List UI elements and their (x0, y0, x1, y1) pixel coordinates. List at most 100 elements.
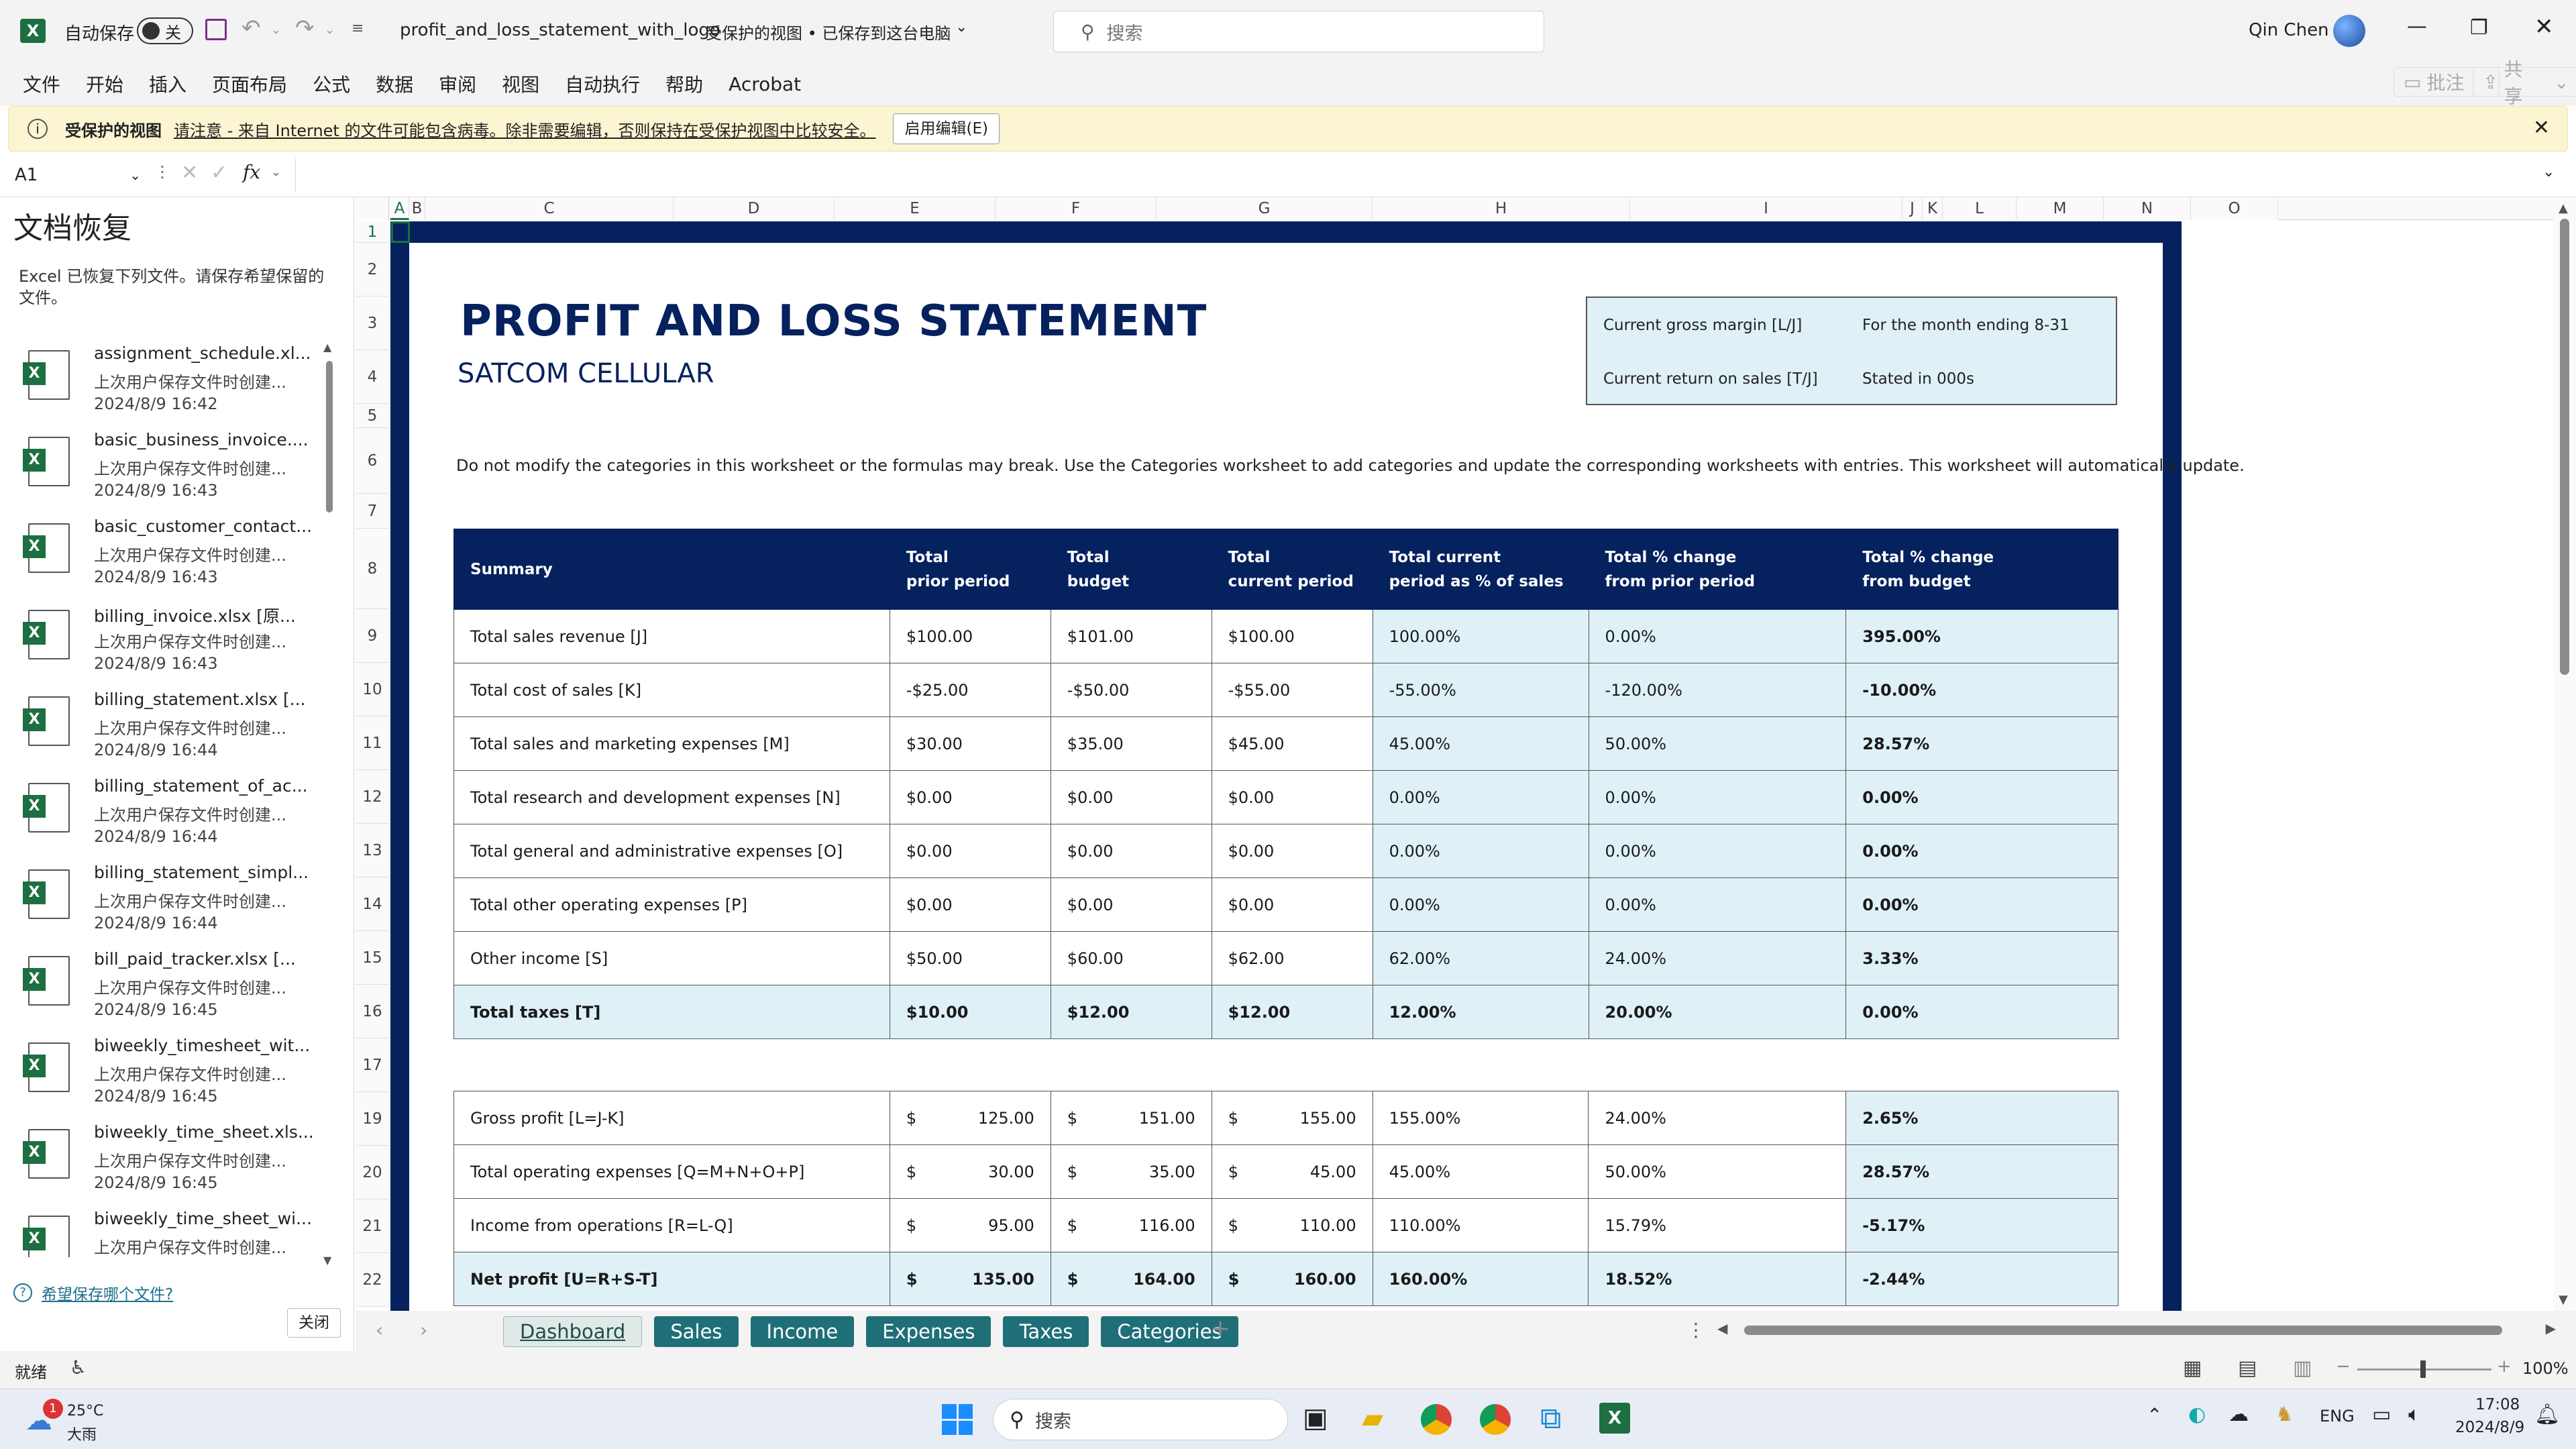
profit-cell[interactable]: Income from operations [R=L-Q] (453, 1198, 890, 1252)
infobar-close-icon[interactable]: ✕ (2533, 116, 2550, 140)
enable-editing-button[interactable]: 启用编辑(E) (893, 113, 1000, 144)
row-header[interactable]: 3 (356, 297, 389, 350)
summary-cell[interactable]: 20.00% (1588, 985, 1847, 1039)
profit-cell[interactable]: 160.00% (1372, 1252, 1589, 1306)
chrome-icon[interactable] (1421, 1404, 1452, 1435)
profit-cell[interactable]: $30.00 (889, 1144, 1051, 1199)
summary-cell[interactable]: 0.00% (1845, 985, 2118, 1039)
column-header[interactable]: M (2017, 197, 2104, 220)
summary-cell[interactable]: 0.00% (1372, 877, 1589, 932)
summary-cell[interactable]: $0.00 (1050, 770, 1212, 824)
summary-cell[interactable]: $35.00 (1050, 716, 1212, 771)
close-pane-button[interactable]: 关闭 (287, 1308, 341, 1338)
row-header[interactable]: 4 (356, 350, 389, 404)
column-header[interactable]: D (674, 197, 835, 220)
summary-cell[interactable]: Other income [S] (453, 931, 890, 985)
horizontal-scrollbar[interactable]: ◀ ▶ (1717, 1320, 2556, 1340)
language-indicator[interactable]: ENG (2320, 1407, 2355, 1426)
tray-chevron-icon[interactable]: ⌃ (2147, 1404, 2162, 1426)
notification-bell-icon[interactable]: 🔔︎ (2534, 1403, 2560, 1426)
tab-insert[interactable]: 插入 (149, 70, 186, 97)
weather-widget[interactable]: ☁ 1 25°C 大雨 (20, 1396, 154, 1444)
sheet-tab-dashboard[interactable]: Dashboard (503, 1316, 643, 1347)
summary-cell[interactable]: $60.00 (1050, 931, 1212, 985)
profit-cell[interactable]: $155.00 (1211, 1091, 1373, 1145)
profit-cell[interactable]: 18.52% (1588, 1252, 1847, 1306)
profit-cell[interactable]: $160.00 (1211, 1252, 1373, 1306)
summary-cell[interactable]: Total taxes [T] (453, 985, 890, 1039)
summary-cell[interactable]: $100.00 (1211, 609, 1373, 663)
tab-data[interactable]: 数据 (376, 70, 413, 97)
summary-cell[interactable]: 100.00% (1372, 609, 1589, 663)
vertical-scrollbar-track[interactable]: ▲ ▼ (2553, 197, 2576, 1311)
summary-cell[interactable]: $0.00 (1050, 877, 1212, 932)
summary-cell[interactable]: $0.00 (1211, 877, 1373, 932)
profit-cell[interactable]: 2.65% (1845, 1091, 2118, 1145)
scroll-thumb[interactable] (326, 361, 333, 513)
summary-cell[interactable]: -55.00% (1372, 663, 1589, 717)
row-header[interactable]: 15 (356, 931, 389, 985)
row-header[interactable]: 1 (356, 221, 389, 243)
summary-cell[interactable]: $30.00 (889, 716, 1051, 771)
summary-cell[interactable]: 62.00% (1372, 931, 1589, 985)
summary-cell[interactable]: Total sales and marketing expenses [M] (453, 716, 890, 771)
column-header[interactable]: G (1157, 197, 1373, 220)
normal-view-icon[interactable]: ▦ (2183, 1356, 2202, 1380)
formula-expand-icon[interactable]: ⌄ (2542, 164, 2555, 180)
summary-cell[interactable]: 0.00% (1845, 824, 2118, 878)
summary-cell[interactable]: $0.00 (1050, 824, 1212, 878)
vscroll-thumb[interactable] (2560, 219, 2569, 675)
row-header[interactable]: 22 (356, 1253, 389, 1307)
zoom-in-icon[interactable]: + (2497, 1356, 2512, 1377)
tab-acrobat[interactable]: Acrobat (729, 73, 801, 95)
summary-cell[interactable]: 50.00% (1588, 716, 1847, 771)
summary-cell[interactable]: $12.00 (1050, 985, 1212, 1039)
user-name[interactable]: Qin Chen (2249, 20, 2329, 40)
autosave-toggle[interactable]: 关 (137, 17, 193, 44)
profit-cell[interactable]: 50.00% (1588, 1144, 1847, 1199)
summary-cell[interactable]: 0.00% (1372, 824, 1589, 878)
tray-app-icon[interactable]: ◐ (2188, 1403, 2206, 1426)
tab-file[interactable]: 文件 (23, 70, 60, 97)
profit-cell[interactable]: $95.00 (889, 1198, 1051, 1252)
summary-cell[interactable]: $0.00 (889, 877, 1051, 932)
add-sheet-icon[interactable]: + (1210, 1315, 1230, 1342)
summary-cell[interactable]: 24.00% (1588, 931, 1847, 985)
profit-cell[interactable]: $164.00 (1050, 1252, 1212, 1306)
profit-cell[interactable]: 15.79% (1588, 1198, 1847, 1252)
profit-cell[interactable]: Gross profit [L=J-K] (453, 1091, 890, 1145)
sheet-tab-income[interactable]: Income (750, 1316, 855, 1347)
summary-cell[interactable]: $50.00 (889, 931, 1051, 985)
recovery-item[interactable]: Xbilling_statement_of_ac... 上次用户保存文件时创建..… (20, 769, 322, 855)
summary-cell[interactable]: $101.00 (1050, 609, 1212, 663)
column-header[interactable]: F (996, 197, 1157, 220)
search-box[interactable]: ⚲ 搜索 (1053, 11, 1544, 52)
summary-cell[interactable]: $100.00 (889, 609, 1051, 663)
redo-icon[interactable]: ↷ (295, 15, 315, 42)
column-header[interactable]: E (835, 197, 996, 220)
summary-cell[interactable]: $10.00 (889, 985, 1051, 1039)
sheet-tab-expenses[interactable]: Expenses (866, 1316, 991, 1347)
summary-cell[interactable]: -10.00% (1845, 663, 2118, 717)
column-header[interactable]: L (1943, 197, 2017, 220)
tab-review[interactable]: 审阅 (439, 70, 476, 97)
summary-cell[interactable]: Total research and development expenses … (453, 770, 890, 824)
summary-cell[interactable]: 3.33% (1845, 931, 2118, 985)
summary-cell[interactable]: 0.00% (1588, 609, 1847, 663)
tab-page-layout[interactable]: 页面布局 (212, 70, 287, 97)
customize-toolbar-icon[interactable]: ≡ (352, 20, 364, 37)
chrome-profile-icon[interactable] (1480, 1404, 1511, 1435)
page-layout-view-icon[interactable]: ▤ (2238, 1356, 2257, 1380)
summary-cell[interactable]: -$50.00 (1050, 663, 1212, 717)
profit-cell[interactable]: -5.17% (1845, 1198, 2118, 1252)
profit-cell[interactable]: Total operating expenses [Q=M+N+O+P] (453, 1144, 890, 1199)
sheet-tab-sales[interactable]: Sales (654, 1316, 739, 1347)
row-header[interactable]: 12 (356, 770, 389, 824)
recovery-item[interactable]: Xbasic_customer_contact... 上次用户保存文件时创建...… (20, 510, 322, 596)
summary-cell[interactable]: 0.00% (1372, 770, 1589, 824)
row-header[interactable]: 2 (356, 243, 389, 297)
task-view-icon[interactable]: ▣ (1303, 1403, 1328, 1434)
select-all-corner[interactable] (356, 197, 389, 220)
profit-cell[interactable]: $110.00 (1211, 1198, 1373, 1252)
profit-cell[interactable]: 155.00% (1372, 1091, 1589, 1145)
